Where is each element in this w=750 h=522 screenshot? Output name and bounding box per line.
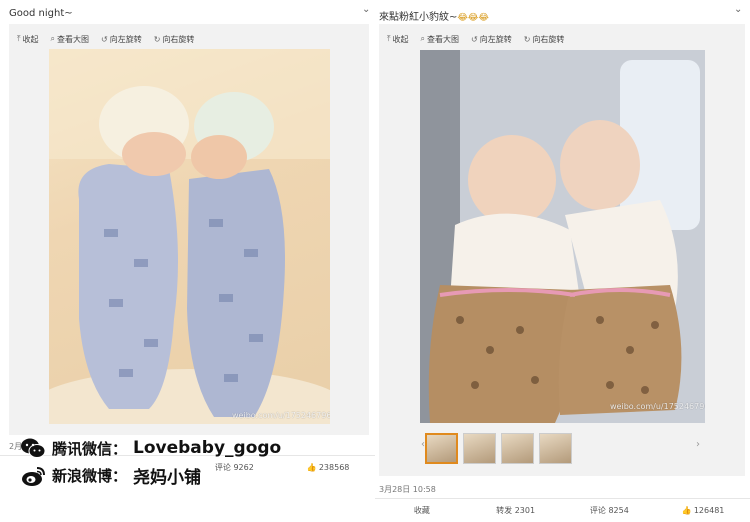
rotate-right-icon: ↻ — [523, 34, 531, 44]
image-watermark: weibo.com/u/1752467960 — [610, 402, 705, 411]
twin-babies-image — [49, 49, 330, 424]
thumbnail[interactable] — [501, 433, 534, 464]
laugh-emoji-icon: 😂😂😂 — [457, 13, 489, 23]
post-photo[interactable]: weibo.com/u/1752467960 — [420, 50, 705, 423]
image-watermark: weibo.com/u/1752467960 — [232, 411, 330, 420]
media-toolbar: ⤒ 收起 ⌕ 查看大图 ↺ 向左旋转 ↻ 向右旋转 — [17, 33, 194, 45]
thumbnail[interactable] — [425, 433, 458, 464]
thumbnail[interactable] — [463, 433, 496, 464]
media-viewer: ⤒ 收起 ⌕ 查看大图 ↺ 向左旋转 ↻ 向右旋转 weibo.com/u/17… — [379, 24, 745, 476]
media-toolbar: ⤒ 收起 ⌕ 查看大图 ↺ 向左旋转 ↻ 向右旋转 — [387, 33, 564, 45]
wechat-id: Lovebaby_gogo — [133, 438, 282, 458]
wechat-label: 腾讯微信： — [52, 439, 128, 458]
collapse-icon: ⤒ — [17, 34, 21, 43]
chevron-down-icon[interactable]: ⌄ — [362, 4, 370, 15]
wechat-promo: 腾讯微信： Lovebaby_gogo — [20, 437, 281, 459]
search-icon: ⌕ — [50, 34, 56, 43]
thumb-next-icon[interactable]: › — [696, 439, 700, 450]
collapse-button[interactable]: ⤒ 收起 — [387, 33, 409, 45]
rotate-right-button[interactable]: ↻ 向右旋转 — [154, 33, 195, 45]
rotate-left-button[interactable]: ↺ 向左旋转 — [101, 33, 142, 45]
wechat-logo-icon — [21, 438, 46, 458]
rotate-left-icon: ↺ — [471, 34, 478, 44]
thumbnail-strip — [425, 433, 572, 464]
rotate-right-icon: ↻ — [153, 34, 161, 44]
media-viewer: ⤒ 收起 ⌕ 查看大图 ↺ 向左旋转 ↻ 向右旋转 weibo.com/u/17… — [9, 24, 369, 435]
rotate-left-button[interactable]: ↺ 向左旋转 — [471, 33, 512, 45]
twin-babies-leopard-image — [420, 50, 705, 423]
post-actions-bar: 收藏 转发 2301 评论 8254 👍 126481 — [375, 498, 750, 522]
collapse-icon: ⤒ — [387, 34, 391, 43]
thumbs-up-icon: 👍 — [681, 506, 692, 515]
weibo-label: 新浪微博： — [52, 467, 128, 485]
post-caption: 來點粉紅小豹紋~😂😂😂 — [379, 12, 489, 23]
weibo-id: 尧妈小铺 — [133, 468, 202, 488]
rotate-left-icon: ↺ — [101, 34, 108, 44]
rotate-right-button[interactable]: ↻ 向右旋转 — [524, 33, 565, 45]
weibo-logo-icon — [22, 466, 45, 486]
like-button[interactable]: 👍 238568 — [281, 463, 375, 472]
repost-button[interactable]: 转发 2301 — [469, 505, 563, 516]
view-large-button[interactable]: ⌕ 查看大图 — [421, 33, 459, 45]
post-date: 3月28日 10:58 — [379, 485, 436, 494]
weibo-promo: 新浪微博： 尧妈小铺 — [20, 463, 201, 488]
like-button[interactable]: 👍 126481 — [656, 506, 750, 515]
post-photo[interactable]: weibo.com/u/1752467960 — [49, 49, 330, 424]
weibo-post-right: 來點粉紅小豹紋~😂😂😂 ⌄ ⤒收起 ⌕查看大图 ↺向左旋转 ↻向右旋转 — [375, 0, 750, 521]
thumbs-up-icon: 👍 — [306, 463, 317, 472]
search-icon: ⌕ — [420, 34, 426, 43]
comment-button[interactable]: 评论 9262 — [188, 462, 282, 473]
collect-button[interactable]: 收藏 — [375, 505, 469, 516]
chevron-down-icon[interactable]: ⌄ — [734, 4, 742, 15]
post-caption: Good night~ — [9, 8, 73, 19]
view-large-button[interactable]: ⌕ 查看大图 — [51, 33, 89, 45]
thumbnail[interactable] — [539, 433, 572, 464]
collapse-button[interactable]: ⤒ 收起 — [17, 33, 39, 45]
comment-button[interactable]: 评论 8254 — [563, 505, 657, 516]
